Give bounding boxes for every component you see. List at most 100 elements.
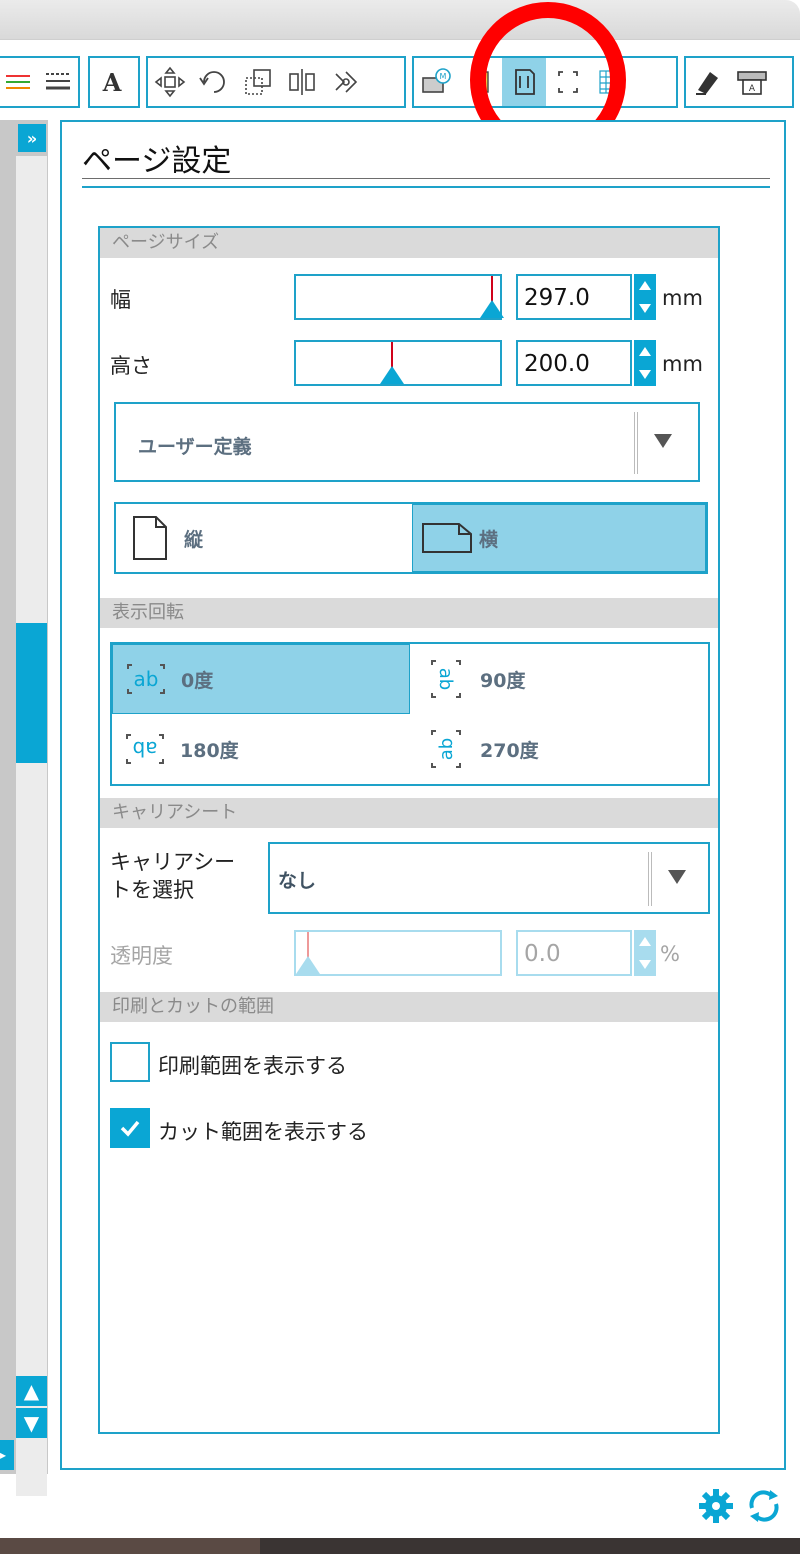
send-icon[interactable]: A — [730, 58, 774, 106]
section-rotation: 表示回転 — [100, 598, 718, 628]
rotation-option-0[interactable]: ab 0度 — [112, 644, 410, 714]
carrier-sheet-label-line2: トを選択 — [110, 878, 194, 902]
width-unit: mm — [662, 286, 703, 310]
rotate-180-icon: ab — [126, 734, 164, 764]
library-icon[interactable]: M — [414, 58, 458, 106]
opacity-input[interactable]: 0.0 — [516, 930, 632, 976]
scroll-down-icon[interactable]: ▼ — [16, 1408, 47, 1438]
rotation-option-180[interactable]: ab 180度 — [112, 714, 410, 784]
settings-gear-icon[interactable] — [696, 1486, 736, 1526]
text-icon[interactable]: A — [90, 58, 134, 106]
expand-panel-icon[interactable]: » — [18, 124, 46, 152]
opacity-unit: % — [660, 942, 680, 966]
page-size-preset-select[interactable]: ユーザー定義 — [114, 402, 700, 482]
orientation-portrait[interactable]: 縦 — [116, 504, 412, 572]
svg-text:A: A — [102, 68, 122, 97]
opacity-stepper[interactable] — [634, 930, 656, 976]
svg-text:M: M — [440, 72, 447, 81]
scale-icon[interactable] — [236, 58, 280, 106]
window-title-bar — [0, 0, 800, 40]
chevron-down-icon — [668, 870, 686, 884]
rotation-option-270[interactable]: ab 270度 — [410, 714, 708, 784]
section-print-cut: 印刷とカットの範囲 — [100, 992, 718, 1022]
align-icon[interactable] — [280, 58, 324, 106]
toolbar-group-text: A — [88, 56, 140, 108]
width-label: 幅 — [110, 288, 131, 312]
section-carrier-sheet: キャリアシート — [100, 798, 718, 828]
dropdown-separator — [648, 852, 652, 906]
rotation-label-0: 0度 — [181, 669, 214, 692]
svg-text:ab: ab — [133, 737, 158, 761]
title-divider — [82, 178, 770, 179]
page-setup-icon[interactable] — [502, 58, 546, 106]
portrait-label: 縦 — [184, 528, 204, 551]
rotate-270-icon: ab — [431, 730, 461, 768]
dropdown-separator — [634, 412, 638, 474]
opacity-label: 透明度 — [110, 944, 173, 968]
page-setup-panel: ページ設定 ページサイズ 幅 297.0 mm 高さ 200.0 mm ユーザー… — [60, 120, 786, 1470]
cut-settings-icon[interactable] — [686, 58, 730, 106]
height-stepper[interactable] — [634, 340, 656, 386]
width-stepper[interactable] — [634, 274, 656, 320]
rotate-90-icon: ab — [431, 660, 461, 698]
page-size-preset-value: ユーザー定義 — [138, 436, 252, 458]
width-slider[interactable] — [294, 274, 504, 320]
svg-text:A: A — [749, 84, 756, 94]
show-print-range-label: 印刷範囲を表示する — [158, 1054, 347, 1078]
toolbar-group-page: M — [412, 56, 678, 108]
carrier-sheet-label: キャリアシー トを選択 — [110, 848, 235, 904]
portrait-page-icon — [133, 516, 167, 560]
toolbar-group-cut: A — [684, 56, 794, 108]
height-input[interactable]: 200.0 — [516, 340, 632, 386]
scroll-thumb[interactable] — [16, 623, 47, 763]
height-label: 高さ — [110, 354, 152, 378]
left-scroll-strip: » ▲ ▼ — [0, 120, 48, 1496]
rotation-label-180: 180度 — [180, 739, 239, 762]
rotation-label-270: 270度 — [480, 739, 539, 762]
height-unit: mm — [662, 352, 703, 376]
chevron-down-icon — [654, 434, 672, 448]
carrier-sheet-value: なし — [278, 870, 317, 892]
orientation-landscape[interactable]: 横 — [412, 504, 706, 572]
image-icon[interactable] — [458, 58, 502, 106]
height-slider[interactable] — [294, 340, 502, 386]
toolbar: A M A — [0, 40, 800, 120]
svg-text:ab: ab — [134, 667, 159, 691]
left-collapse-icon[interactable]: ▸ — [0, 1440, 14, 1470]
landscape-label: 横 — [479, 528, 499, 551]
transform-move-icon[interactable] — [148, 58, 192, 106]
settings-box: ページサイズ 幅 297.0 mm 高さ 200.0 mm ユーザー定義 縦 横… — [98, 226, 720, 1434]
registration-marks-icon[interactable] — [546, 58, 590, 106]
title-divider-accent — [82, 186, 770, 188]
rotation-options: ab 0度 ab 90度 ab 180度 ab 270度 — [110, 642, 710, 786]
rotate-icon[interactable] — [192, 58, 236, 106]
carrier-sheet-label-line1: キャリアシー — [110, 850, 236, 874]
svg-text:ab: ab — [436, 738, 457, 760]
orientation-toggle: 縦 横 — [114, 502, 708, 574]
landscape-page-icon — [422, 523, 472, 553]
rotation-label-90: 90度 — [480, 669, 526, 692]
height-slider-handle[interactable] — [380, 366, 404, 384]
scroll-track[interactable] — [16, 156, 47, 1496]
section-page-size: ページサイズ — [100, 228, 718, 258]
opacity-slider[interactable] — [294, 930, 502, 976]
width-input[interactable]: 297.0 — [516, 274, 632, 320]
rotate-0-icon: ab — [127, 664, 165, 694]
show-print-range-checkbox[interactable] — [110, 1042, 150, 1082]
show-cut-range-checkbox[interactable] — [110, 1108, 150, 1148]
carrier-sheet-select[interactable]: なし — [268, 842, 710, 914]
bottom-edge — [0, 1538, 800, 1554]
line-style-icon[interactable] — [38, 58, 78, 106]
fill-lines-icon[interactable] — [0, 58, 38, 106]
toolbar-group-transform — [146, 56, 406, 108]
refresh-icon[interactable] — [744, 1486, 784, 1526]
svg-text:ab: ab — [435, 668, 456, 690]
width-slider-handle[interactable] — [480, 300, 504, 318]
replicate-icon[interactable] — [324, 58, 368, 106]
show-cut-range-label: カット範囲を表示する — [158, 1120, 368, 1144]
panel-title: ページ設定 — [82, 144, 232, 179]
grid-icon[interactable] — [590, 58, 634, 106]
opacity-slider-handle[interactable] — [296, 956, 320, 974]
rotation-option-90[interactable]: ab 90度 — [410, 644, 708, 714]
scroll-up-icon[interactable]: ▲ — [16, 1376, 47, 1406]
